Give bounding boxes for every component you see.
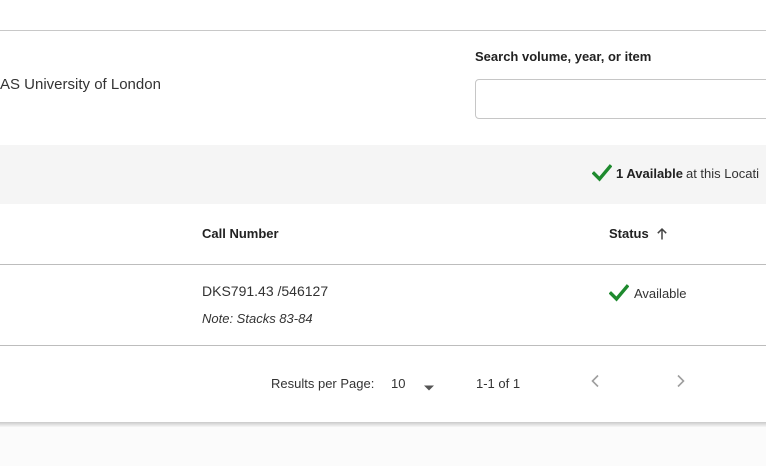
table-footer-divider xyxy=(0,345,766,346)
chevron-left-icon xyxy=(590,374,600,393)
check-icon xyxy=(609,284,629,302)
search-label: Search volume, year, or item xyxy=(475,49,652,64)
chevron-right-icon xyxy=(676,374,686,393)
call-number-note: Note: Stacks 83-84 xyxy=(202,311,313,326)
column-header-status-label: Status xyxy=(609,226,649,241)
results-per-page-select[interactable]: 10 xyxy=(386,370,442,396)
search-input[interactable] xyxy=(475,79,766,119)
availability-summary: 1 Available at this Locati xyxy=(592,164,759,182)
column-header-status[interactable]: Status xyxy=(609,226,669,241)
previous-page-button[interactable] xyxy=(584,372,606,394)
page-footer-area xyxy=(0,428,766,466)
availability-suffix: at this Locati xyxy=(685,165,759,181)
next-page-button[interactable] xyxy=(670,372,692,394)
check-icon xyxy=(592,164,612,182)
column-header-call-number[interactable]: Call Number xyxy=(202,226,279,241)
status-cell: Available xyxy=(609,284,687,302)
pagination-range: 1-1 of 1 xyxy=(476,376,521,391)
available-count: 1 Available xyxy=(616,165,683,181)
results-per-page-label: Results per Page: xyxy=(271,376,375,391)
top-divider xyxy=(0,30,766,31)
results-per-page-value: 10 xyxy=(391,375,406,391)
table-header-divider xyxy=(0,264,766,265)
call-number-value: DKS791.43 /546127 xyxy=(202,283,329,299)
arrow-up-icon xyxy=(655,227,669,241)
caret-down-icon xyxy=(423,379,435,391)
status-value: Available xyxy=(634,285,687,301)
location-name: AS University of London xyxy=(0,76,161,93)
